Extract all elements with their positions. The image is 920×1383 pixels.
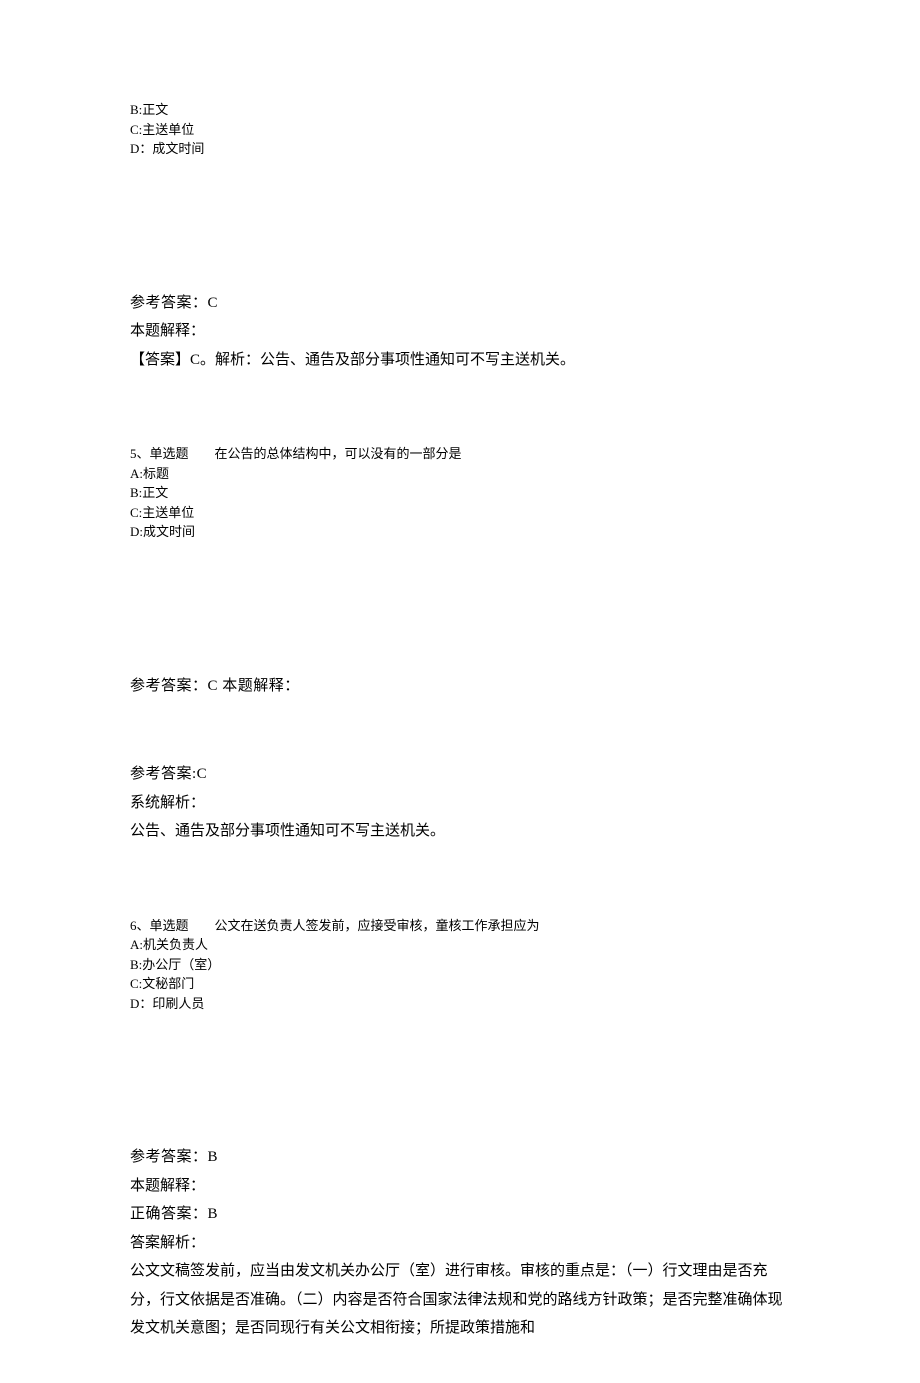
q4-answer-label: 参考答案：C xyxy=(130,289,790,318)
q6-correct-label: 正确答案：B xyxy=(130,1200,790,1229)
q6-option-c: C:文秘部门 xyxy=(130,974,790,994)
q4-explain-text: 【答案】C。解析：公告、通告及部分事项性通知可不写主送机关。 xyxy=(130,346,790,375)
q5-analysis-label: 系统解析： xyxy=(130,789,790,818)
q4-options-partial: B:正文 C:主送单位 D：成文时间 xyxy=(130,100,790,159)
q6-option-d: D：印刷人员 xyxy=(130,994,790,1014)
q5-option-a: A:标题 xyxy=(130,464,790,484)
q4-explain-label: 本题解释： xyxy=(130,317,790,346)
q5-answer2-label: 参考答案:C xyxy=(130,760,790,789)
q6-answer-block: 参考答案：B 本题解释： 正确答案：B 答案解析： 公文文稿签发前，应当由发文机… xyxy=(130,1143,790,1343)
q5-option-c: C:主送单位 xyxy=(130,503,790,523)
q5-answer-block-2: 参考答案:C 系统解析： 公告、通告及部分事项性通知可不写主送机关。 xyxy=(130,760,790,846)
q6-block: 6、单选题 公文在送负责人签发前，应接受审核，童核工作承担应为 A:机关负责人 … xyxy=(130,916,790,1014)
q4-option-d: D：成文时间 xyxy=(130,139,790,159)
q6-analysis-label: 答案解析： xyxy=(130,1229,790,1258)
q6-header: 6、单选题 公文在送负责人签发前，应接受审核，童核工作承担应为 xyxy=(130,916,790,936)
q4-answer-block: 参考答案：C 本题解释： 【答案】C。解析：公告、通告及部分事项性通知可不写主送… xyxy=(130,289,790,375)
q5-block: 5、单选题 在公告的总体结构中，可以没有的一部分是 A:标题 B:正文 C:主送… xyxy=(130,444,790,542)
q5-header: 5、单选题 在公告的总体结构中，可以没有的一部分是 xyxy=(130,444,790,464)
q5-answer1-text: 参考答案：C 本题解释： xyxy=(130,678,300,694)
q5-analysis-text: 公告、通告及部分事项性通知可不写主送机关。 xyxy=(130,817,790,846)
q6-analysis-text: 公文文稿签发前，应当由发文机关办公厅（室）进行审核。审核的重点是：（一）行文理由… xyxy=(130,1257,790,1343)
q4-option-b: B:正文 xyxy=(130,100,790,120)
q5-option-d: D:成文时间 xyxy=(130,522,790,542)
q5-option-b: B:正文 xyxy=(130,483,790,503)
q5-answer-line-1: 参考答案：C 本题解释： xyxy=(130,672,790,701)
q6-answer-label: 参考答案：B xyxy=(130,1143,790,1172)
q6-option-a: A:机关负责人 xyxy=(130,935,790,955)
q6-option-b: B:办公厅（室） xyxy=(130,955,790,975)
q4-option-c: C:主送单位 xyxy=(130,120,790,140)
q6-explain-label: 本题解释： xyxy=(130,1172,790,1201)
